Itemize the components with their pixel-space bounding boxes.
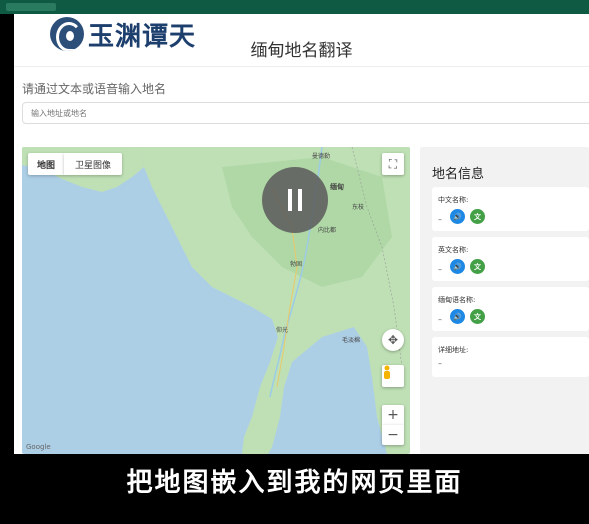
search-label: 请通过文本或语音输入地名 (22, 82, 167, 96)
city-label: 曼德勒 (312, 153, 331, 160)
map-type-map-button[interactable]: 地图 (28, 153, 64, 175)
web-page: 玉渊谭天 缅甸地名翻译 请通过文本或语音输入地名 曼德勒 缅甸 东枝 内比都 勃… (14, 14, 589, 454)
city-label: 内比都 (318, 227, 337, 234)
city-label: 毛淡棉 (342, 337, 361, 344)
english-name-value: – (438, 265, 442, 274)
english-name-card: 英文名称: – 🔊 文 (432, 237, 589, 281)
city-label: 仰光 (276, 327, 289, 334)
translate-icon[interactable]: 文 (470, 259, 485, 274)
browser-tab[interactable] (6, 3, 56, 11)
chinese-name-label: 中文名称: (438, 196, 469, 204)
translate-icon[interactable]: 文 (470, 309, 485, 324)
google-attribution: Google (26, 443, 51, 451)
video-caption: 把地图嵌入到我的网页里面 (126, 468, 463, 498)
speaker-icon[interactable]: 🔊 (450, 309, 465, 324)
zoom-out-button[interactable]: − (382, 425, 404, 445)
browser-top-bar (0, 0, 589, 14)
city-label: 东枝 (352, 204, 365, 211)
country-label: 缅甸 (330, 183, 344, 191)
map-type-satellite-button[interactable]: 卫星图像 (64, 153, 122, 175)
page-title: 缅甸地名翻译 (250, 41, 353, 61)
city-label: 勃固 (290, 261, 303, 268)
myanmar-name-value: – (438, 315, 442, 324)
header-divider (14, 66, 589, 67)
chinese-name-card: 中文名称: – 🔊 文 (432, 187, 589, 231)
translate-icon[interactable]: 文 (470, 209, 485, 224)
pause-icon[interactable] (262, 167, 328, 233)
chinese-name-value: – (438, 215, 442, 224)
address-card: 详细地址: – (432, 337, 589, 377)
zoom-in-button[interactable]: + (382, 405, 404, 425)
address-label: 详细地址: (438, 346, 469, 354)
speaker-icon[interactable]: 🔊 (450, 209, 465, 224)
place-search-input[interactable] (22, 102, 589, 124)
video-frame: 玉渊谭天 缅甸地名翻译 请通过文本或语音输入地名 曼德勒 缅甸 东枝 内比都 勃… (0, 0, 589, 524)
camera-control-icon[interactable]: ✥ (382, 329, 404, 351)
english-name-label: 英文名称: (438, 246, 469, 254)
address-value: – (438, 359, 442, 368)
fullscreen-icon[interactable]: ⛶ (382, 153, 404, 175)
info-panel-title: 地名信息 (432, 167, 485, 182)
place-info-panel: 地名信息 中文名称: – 🔊 文 英文名称: – 🔊 文 缅甸语名称: – 🔊 … (420, 147, 589, 454)
pegman-icon[interactable] (382, 365, 404, 387)
myanmar-name-label: 缅甸语名称: (438, 296, 476, 304)
myanmar-name-card: 缅甸语名称: – 🔊 文 (432, 287, 589, 331)
speaker-icon[interactable]: 🔊 (450, 259, 465, 274)
map-canvas[interactable] (22, 147, 410, 454)
map-container[interactable]: 曼德勒 缅甸 东枝 内比都 勃固 仰光 毛淡棉 地图 卫星图像 ⛶ ✥ + − … (22, 147, 410, 454)
